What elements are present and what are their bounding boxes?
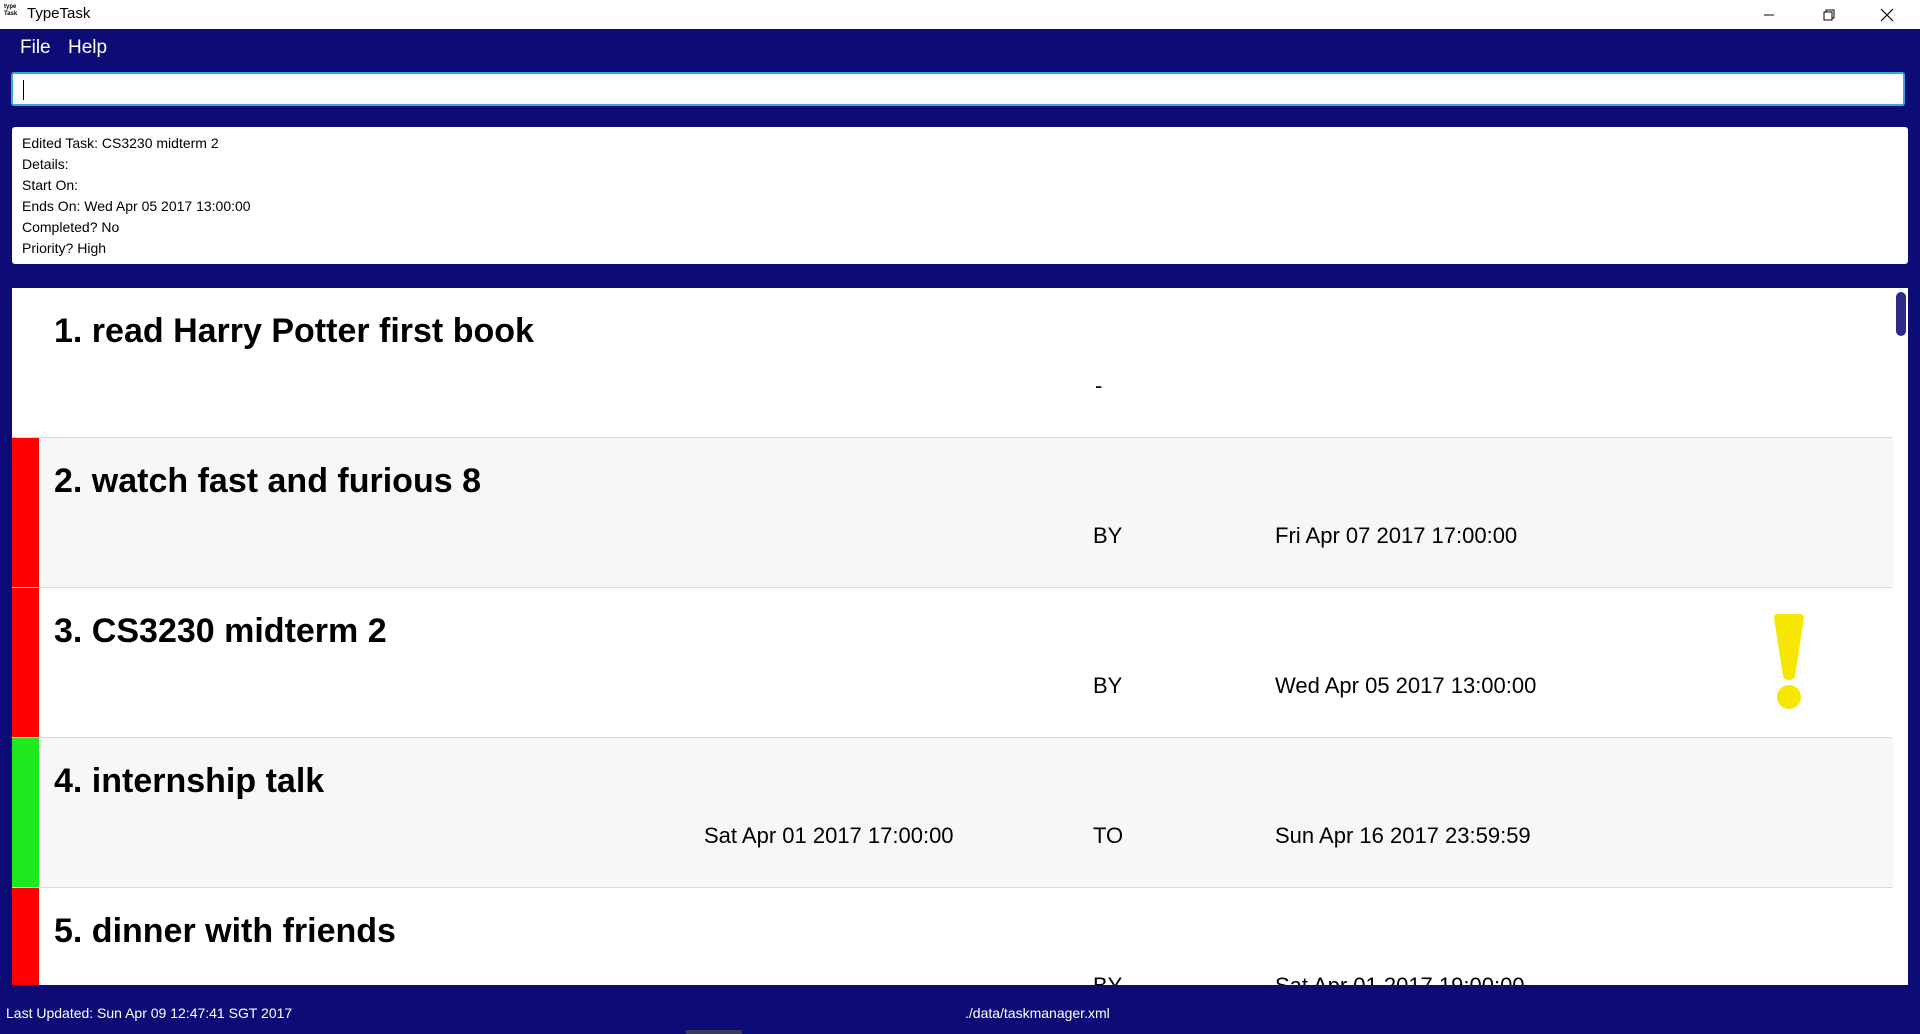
task-list[interactable]: 1. read Harry Potter first book - 2. wat…: [12, 288, 1908, 985]
task-date-separator: BY: [1093, 973, 1122, 985]
task-end-date: Sun Apr 16 2017 23:59:59: [1275, 823, 1531, 848]
result-line-completed: Completed? No: [22, 219, 120, 235]
task-card[interactable]: 5. dinner with friends BY Sat Apr 01 201…: [12, 888, 1893, 985]
task-card[interactable]: 4. internship talk Sat Apr 01 2017 17:00…: [12, 738, 1893, 888]
result-display: Edited Task: CS3230 midterm 2 Details: S…: [12, 127, 1908, 264]
task-end-date: Fri Apr 07 2017 17:00:00: [1275, 523, 1518, 548]
last-updated-status: Last Updated: Sun Apr 09 12:47:41 SGT 20…: [6, 1005, 293, 1021]
result-line-details: Details:: [22, 156, 69, 172]
priority-indicator: [12, 588, 39, 737]
task-name: 2. watch fast and furious 8: [54, 462, 481, 500]
task-name: 5. dinner with friends: [54, 912, 396, 950]
result-line-start: Start On:: [22, 177, 79, 193]
task-date-separator: TO: [1093, 823, 1124, 848]
restore-button[interactable]: [1800, 0, 1858, 29]
scrollbar-thumb[interactable]: [1896, 292, 1906, 336]
task-end-date: Sat Apr 01 2017 19:00:00: [1275, 973, 1525, 985]
task-name: 1. read Harry Potter first book: [54, 312, 534, 350]
priority-indicator: [12, 738, 39, 887]
scrollbar[interactable]: [1893, 288, 1908, 985]
task-date-separator: BY: [1093, 523, 1123, 548]
task-name: 4. internship talk: [54, 762, 325, 800]
command-input[interactable]: [11, 72, 1905, 106]
minimize-button[interactable]: [1740, 0, 1798, 29]
task-card[interactable]: 3. CS3230 midterm 2 BY Wed Apr 05 2017 1…: [12, 588, 1893, 738]
task-name: 3. CS3230 midterm 2: [54, 612, 387, 650]
save-location-status: ./data/taskmanager.xml: [965, 1005, 1110, 1021]
window-title: TypeTask: [27, 5, 91, 22]
minimize-icon: [1764, 14, 1774, 15]
title-bar: type Task TypeTask: [0, 0, 1920, 29]
menu-file[interactable]: File: [20, 37, 51, 59]
priority-indicator: [12, 438, 39, 587]
task-card[interactable]: 1. read Harry Potter first book -: [12, 288, 1893, 438]
warning-exclamation-icon: [1774, 614, 1804, 709]
app-logo-icon: type Task: [4, 4, 18, 17]
task-end-date: Wed Apr 05 2017 13:00:00: [1275, 673, 1537, 698]
status-divider: [686, 1030, 742, 1034]
text-caret: [23, 80, 24, 100]
result-line-end: Ends On: Wed Apr 05 2017 13:00:00: [22, 198, 251, 214]
task-date-separator: -: [1095, 373, 1103, 398]
status-bar: Last Updated: Sun Apr 09 12:47:41 SGT 20…: [0, 996, 1920, 1034]
priority-indicator: [12, 888, 39, 985]
restore-icon: [1823, 9, 1835, 20]
task-date-separator: BY: [1093, 673, 1123, 698]
close-button[interactable]: [1858, 0, 1916, 29]
result-line-priority: Priority? High: [22, 240, 107, 256]
menu-help[interactable]: Help: [68, 37, 107, 59]
result-line-edited-task: Edited Task: CS3230 midterm 2: [22, 135, 219, 151]
task-start-date: Sat Apr 01 2017 17:00:00: [704, 823, 954, 848]
close-icon: [1880, 8, 1894, 21]
menu-bar: File Help: [0, 29, 1920, 65]
task-card[interactable]: 2. watch fast and furious 8 BY Fri Apr 0…: [12, 438, 1893, 588]
